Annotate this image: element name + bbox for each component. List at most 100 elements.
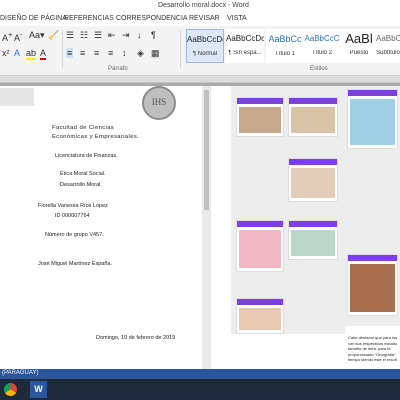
highlight-icon[interactable]: ab [26, 48, 37, 60]
style-name: ¶ Normal [192, 51, 218, 57]
align-right-icon[interactable]: ≡ [94, 48, 99, 58]
scrollbar-thumb[interactable] [204, 90, 209, 210]
infographic-card [288, 220, 338, 260]
infographic-card [236, 298, 284, 334]
faculty-logo [0, 88, 34, 106]
tab-references[interactable]: REFERENCIAS [64, 15, 114, 22]
word-icon[interactable]: W [30, 381, 47, 398]
infographic-card [236, 220, 284, 272]
ribbon: A+ A- Aa▾ 🧹 ☰ ☷ ☰ ⇤ ⇥ ↓ ¶ x² A ab A ≡ ≡ … [0, 26, 400, 76]
body-text: Cabe destacar que para los con sus respe… [348, 335, 400, 363]
ribbon-tabs: DISEÑO DE PÁGINA REFERENCIAS CORRESPONDE… [0, 12, 400, 26]
tab-view[interactable]: VISTA [227, 15, 247, 22]
tab-review[interactable]: REVISAR [189, 15, 220, 22]
faculty-title: Facultad de Ciencias [52, 125, 115, 131]
student-name: Fiorella Vanessa Ríos López [38, 203, 108, 209]
subject-line-2: Desarrollo Moral. [60, 182, 102, 188]
title-bar: Desarrollo moral.docx - Word [0, 0, 400, 12]
infographic-card [288, 158, 338, 202]
tab-mailings[interactable]: CORRESPONDENCIA [116, 15, 188, 22]
paragraph-group-label: Párrafo [108, 66, 128, 72]
style-subtitle[interactable]: AaBbCcC Subtítulo [376, 29, 400, 63]
card-header [237, 299, 283, 305]
card-photo [291, 230, 335, 256]
infographic-image [231, 86, 345, 334]
style-title[interactable]: AaBl Puesto [340, 29, 378, 63]
infographic-card [347, 254, 398, 316]
seal-logo: IHS [142, 86, 176, 120]
document-page-1[interactable]: IHS Facultad de Ciencias Económicas y Em… [0, 86, 202, 369]
align-left-icon[interactable]: ≡ [66, 48, 74, 58]
style-name: Título 2 [311, 50, 332, 56]
student-id: ID 000007764 [55, 213, 90, 219]
borders-icon[interactable]: ▦ [151, 48, 160, 58]
taskbar: W [0, 379, 400, 400]
font-color-icon[interactable]: A [40, 48, 47, 60]
card-photo [291, 107, 335, 133]
multilevel-list-icon[interactable]: ☰ [94, 30, 102, 40]
superscript-icon[interactable]: x² [2, 48, 10, 58]
card-header [348, 90, 397, 96]
horizontal-ruler[interactable] [0, 76, 400, 83]
shading-icon[interactable]: ◈ [137, 48, 144, 58]
decrease-font-icon[interactable]: A- [14, 30, 23, 43]
card-header [348, 255, 397, 261]
group-separator [180, 30, 181, 68]
styles-group-label: Estilos [310, 66, 328, 72]
card-header [289, 98, 337, 104]
align-center-icon[interactable]: ≡ [80, 48, 85, 58]
justify-icon[interactable]: ≡ [108, 48, 113, 58]
card-photo [350, 264, 395, 312]
style-name: Puesto [349, 50, 369, 56]
language-indicator[interactable]: (PARAGUAY) [2, 370, 38, 376]
increase-indent-icon[interactable]: ⇥ [122, 30, 130, 40]
status-bar: (PARAGUAY) [0, 369, 400, 379]
increase-font-icon[interactable]: A+ [2, 30, 12, 43]
document-page-2[interactable]: Cabe destacar que para los con sus respe… [211, 86, 400, 369]
style-preview: AaBbCcC [376, 34, 400, 43]
card-photo [239, 308, 281, 330]
change-case-icon[interactable]: Aa▾ [29, 30, 45, 40]
group-separator [62, 30, 63, 68]
card-header [237, 98, 283, 104]
card-header [237, 221, 283, 227]
style-heading-2[interactable]: AaBbCcC Título 2 [303, 29, 341, 63]
style-heading-1[interactable]: AaBbCc Título 1 [266, 29, 304, 63]
style-no-spacing[interactable]: AaBbCcDc ¶ Sin espa... [226, 29, 264, 63]
line-spacing-icon[interactable]: ↕ [122, 48, 127, 58]
style-name: Título 1 [274, 51, 295, 57]
card-photo [239, 107, 281, 133]
show-marks-icon[interactable]: ¶ [151, 30, 156, 40]
numbering-icon[interactable]: ☷ [80, 30, 88, 40]
faculty-subtitle: Económicas y Empresariales. [52, 134, 140, 140]
card-photo [291, 168, 335, 198]
style-name: ¶ Sin espa... [228, 50, 262, 56]
style-preview: AaBl [345, 31, 373, 46]
clear-format-icon[interactable]: 🧹 [48, 30, 59, 40]
bullets-icon[interactable]: ☰ [66, 30, 74, 40]
card-photo [239, 230, 281, 268]
text-line: Cabe destacar que para los [348, 335, 398, 340]
infographic-card [236, 97, 284, 137]
card-header [289, 159, 337, 165]
infographic-card [347, 89, 398, 149]
degree-text: Licenciatura de Finanzas. [55, 153, 118, 159]
style-name: Subtítulo [376, 50, 400, 56]
infographic-card [288, 97, 338, 137]
tab-page-layout[interactable]: DISEÑO DE PÁGINA [0, 15, 67, 22]
infographic-image [345, 86, 400, 326]
group-number: Número de grupo V457. [45, 232, 104, 238]
style-preview: AaBbCc [268, 34, 302, 44]
vertical-scrollbar[interactable] [202, 86, 211, 369]
text-line: tiempo siendo este el result [348, 357, 397, 363]
card-header [289, 221, 337, 227]
style-normal[interactable]: AaBbCcDc ¶ Normal [186, 29, 224, 63]
text-effects-icon[interactable]: A [14, 48, 20, 58]
decrease-indent-icon[interactable]: ⇤ [108, 30, 116, 40]
style-preview: AaBbCcDc [187, 35, 223, 44]
window-title: Desarrollo moral.docx - Word [158, 2, 249, 9]
teacher-name: José Miguel Martínez España. [38, 261, 112, 267]
chrome-icon[interactable] [4, 383, 17, 396]
subject-line-1: Ética Moral Social. [60, 171, 106, 177]
sort-icon[interactable]: ↓ [137, 30, 142, 40]
